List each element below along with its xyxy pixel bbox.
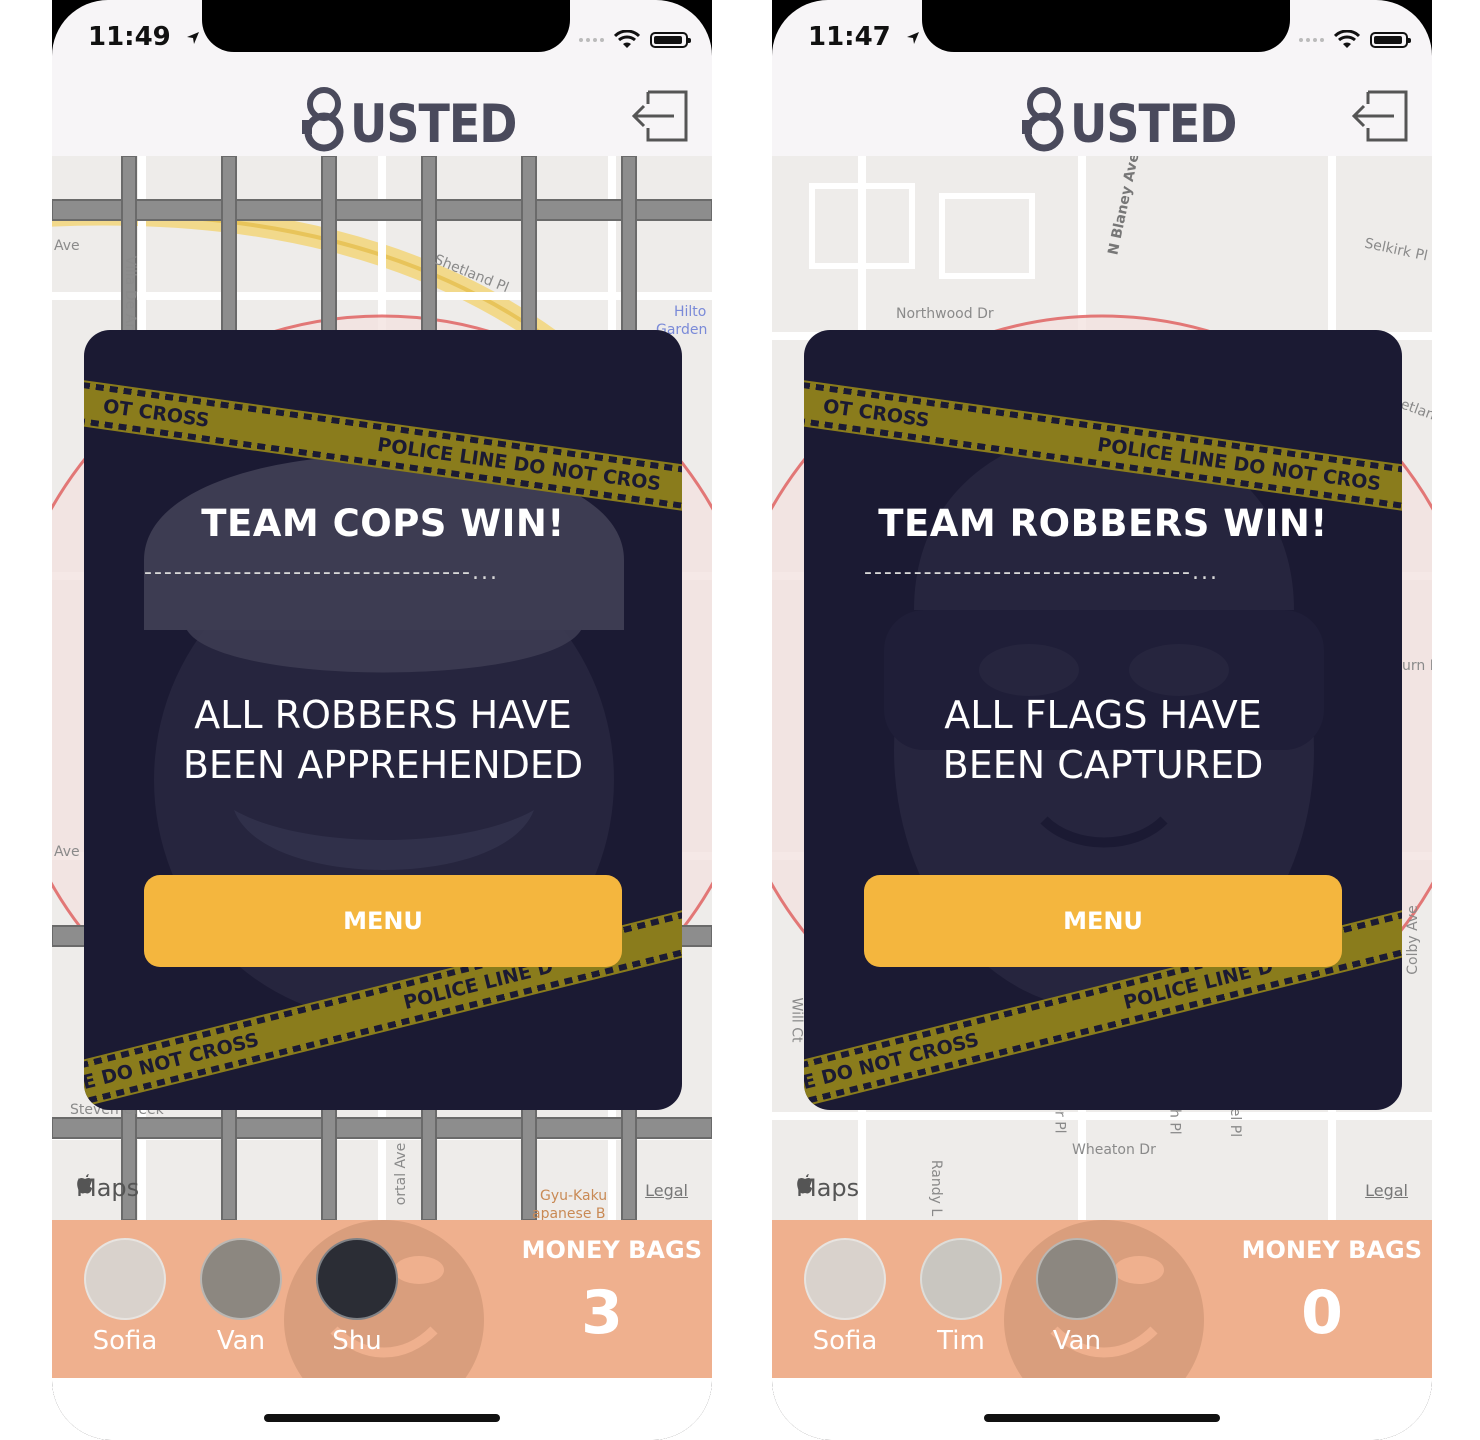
card-message: ALL FLAGS HAVE BEEN CAPTURED (942, 693, 1264, 787)
map-label: Northwood Dr (896, 306, 994, 322)
card-title: TEAM ROBBERS WIN! (878, 502, 1328, 545)
card-title: TEAM COPS WIN! (201, 502, 565, 545)
map-label: Hilto (674, 304, 707, 320)
avatar (316, 1238, 398, 1320)
battery-icon (650, 32, 691, 48)
card-separator: ---------------------------------... (864, 560, 1219, 585)
logo-text: USTED (350, 92, 517, 155)
player-slot[interactable]: Tim (906, 1238, 1016, 1356)
app-logo: USTED (1018, 82, 1237, 155)
home-indicator[interactable] (264, 1414, 500, 1422)
map-label: Randy L (928, 1159, 945, 1217)
money-bags-label: MONEY BAGS (521, 1236, 702, 1264)
map-label: Colby Ave (1404, 905, 1421, 975)
apple-icon (797, 1174, 812, 1194)
map-label: ortal Ave (393, 1142, 410, 1206)
game-over-card: OT CROSS POLICE LINE DO NOT CROS E DO NO… (804, 330, 1402, 1110)
location-arrow-icon (186, 32, 199, 44)
apple-icon (77, 1174, 92, 1194)
wifi-icon (1334, 30, 1360, 48)
player-slot[interactable]: Sofia (70, 1238, 180, 1356)
status-time: 11:47 (808, 22, 920, 52)
avatar (804, 1238, 886, 1320)
player-slot[interactable]: Van (186, 1238, 296, 1356)
handcuff-logo-icon (1022, 87, 1064, 152)
money-bags-value: 0 (1301, 1278, 1343, 1348)
team-panel: Sofia Van Shu MONEY BAGS 3 (52, 1220, 712, 1378)
maps-credit: Maps (76, 1174, 140, 1202)
footer (52, 1378, 712, 1440)
screen-left: 11:49 USTED Ave Villa De An Shetland Pl … (52, 0, 712, 1440)
player-slot[interactable]: Sofia (790, 1238, 900, 1356)
signal-dots-icon (1299, 38, 1324, 42)
map-label: Gyu-Kaku (540, 1188, 608, 1204)
player-name: Sofia (812, 1326, 878, 1356)
menu-button[interactable]: MENU (144, 875, 622, 967)
legal-link[interactable]: Legal (1365, 1181, 1408, 1200)
avatar (920, 1238, 1002, 1320)
signal-dots-icon (579, 38, 604, 42)
team-panel: Sofia Tim Van MONEY BAGS 0 (772, 1220, 1432, 1378)
wifi-icon (614, 30, 640, 48)
handcuff-logo-icon (302, 87, 344, 152)
maps-credit: Maps (796, 1174, 860, 1202)
map-label: Ave (54, 238, 80, 254)
phone-left: 11:49 USTED Ave Villa De An Shetland Pl … (52, 0, 712, 1440)
map-label: Will Ct (788, 997, 805, 1043)
avatar (1036, 1238, 1118, 1320)
home-indicator[interactable] (984, 1414, 1220, 1422)
money-bags-label: MONEY BAGS (1241, 1236, 1422, 1264)
game-over-card: OT CROSS POLICE LINE DO NOT CROS E DO NO… (84, 330, 682, 1110)
battery-icon (1370, 32, 1411, 48)
logo-text: USTED (1070, 92, 1237, 155)
exit-icon[interactable] (630, 88, 690, 144)
map-label: urn D (1402, 658, 1432, 674)
map-label: Ave (54, 844, 80, 860)
avatar (84, 1238, 166, 1320)
app-header: USTED (772, 60, 1432, 156)
player-name: Sofia (92, 1326, 158, 1356)
avatar (200, 1238, 282, 1320)
app-logo: USTED (298, 82, 517, 155)
status-icons (1299, 30, 1411, 50)
player-name: Van (216, 1326, 266, 1356)
notch (202, 0, 570, 52)
player-slot[interactable]: Van (1022, 1238, 1132, 1356)
screen-right: 11:47 USTED N Blaney Ave Selkirk Pl Nort… (772, 0, 1432, 1440)
footer (772, 1378, 1432, 1440)
location-arrow-icon (906, 32, 919, 44)
player-name: Shu (332, 1326, 382, 1356)
legal-link[interactable]: Legal (645, 1181, 688, 1200)
player-name: Van (1052, 1326, 1102, 1356)
notch (922, 0, 1290, 52)
app-header: USTED (52, 60, 712, 156)
exit-icon[interactable] (1350, 88, 1410, 144)
card-separator: ---------------------------------... (144, 560, 499, 585)
player-slot[interactable]: Shu (302, 1238, 412, 1356)
phone-right: 11:47 USTED N Blaney Ave Selkirk Pl Nort… (772, 0, 1432, 1440)
map-label: apanese B (532, 1206, 606, 1220)
status-time: 11:49 (88, 22, 200, 52)
map-label: Wheaton Dr (1072, 1142, 1156, 1158)
money-bags-value: 3 (581, 1278, 623, 1348)
status-icons (579, 30, 691, 50)
map-label: Villa De An (122, 255, 139, 333)
menu-button[interactable]: MENU (864, 875, 1342, 967)
player-name: Tim (937, 1326, 985, 1356)
card-message: ALL ROBBERS HAVE BEEN APPREHENDED (182, 693, 584, 787)
